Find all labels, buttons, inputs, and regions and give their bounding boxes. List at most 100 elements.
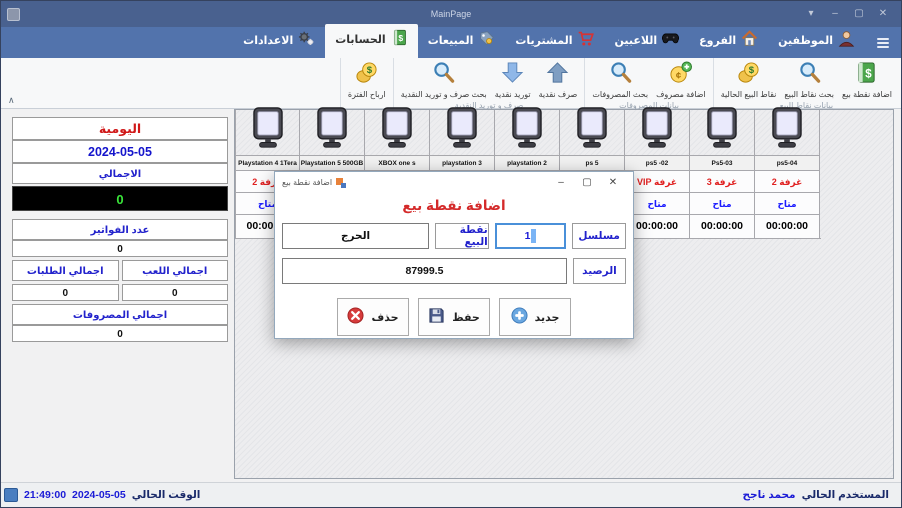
total-value: 0	[12, 186, 228, 211]
coins-icon: $	[355, 61, 378, 89]
arrow-down-icon	[501, 61, 524, 89]
station-status: متاح	[690, 193, 754, 215]
dialog-title-bar[interactable]: اضافة نقطة بيع – ▢ ✕	[275, 172, 633, 193]
expenses-total-label: اجمالي المصروفات	[12, 304, 228, 325]
station-column[interactable]: ps5-04 غرفة 2 متاح 00:00:00	[755, 110, 820, 238]
station-name: Ps5-03	[690, 156, 754, 171]
ribbon-item-label: ارباح الفترة	[348, 90, 386, 99]
station-name: ps5-04	[755, 156, 819, 171]
ribbon-item-period-profits[interactable]: $ ارباح الفترة	[344, 60, 390, 100]
station-status: متاح	[755, 193, 819, 215]
maximize-button[interactable]: ▢	[847, 5, 871, 23]
station-name: playstation 2	[495, 156, 559, 171]
svg-text:$: $	[866, 68, 873, 80]
monitor-icon	[508, 107, 546, 155]
pos-name-input[interactable]: الحرج	[282, 223, 429, 249]
daily-summary-panel: اليومية 2024-05-05 الاجمالي 0 عدد الفوات…	[12, 117, 228, 345]
station-column[interactable]: Ps5-03 غرفة 3 متاح 00:00:00	[690, 110, 755, 238]
ribbon-item-search-cash-flow[interactable]: بحث صرف و توريد النقدية	[397, 60, 491, 100]
players-icon	[662, 30, 679, 50]
monitor-icon	[443, 107, 481, 155]
delete-button-label: حذف	[371, 311, 398, 324]
application-menu-icon[interactable]	[871, 32, 895, 54]
ribbon-item-cash-out[interactable]: صرف نقدية	[535, 60, 582, 100]
station-room: غرفة VIP	[625, 171, 689, 193]
new-icon	[511, 307, 528, 327]
sales-icon	[478, 30, 495, 50]
ribbon-group-expenses-data: ¢ اضافة مصروف بحث المصروفات بيانات المصر…	[584, 58, 712, 108]
play-total-value: 0	[122, 284, 229, 301]
station-column[interactable]: ps5 -02 غرفة VIP متاح 00:00:00	[625, 110, 690, 238]
balance-input[interactable]: 87999.5	[282, 258, 567, 284]
station-timer: 00:00:00	[625, 215, 689, 238]
station-timer: 00:00:00	[690, 215, 754, 238]
accounts-icon: $	[391, 29, 408, 49]
tab-accounts[interactable]: $ الحسابات	[325, 24, 417, 58]
monitor-icon	[703, 107, 741, 155]
ribbon-item-label: صرف نقدية	[539, 90, 578, 99]
minimize-button[interactable]: –	[823, 5, 847, 23]
branches-icon	[741, 30, 758, 50]
delete-icon	[347, 307, 364, 327]
serial-label: مسلسل	[572, 223, 626, 249]
station-room: غرفة 2	[755, 171, 819, 193]
monitor-icon	[573, 107, 611, 155]
tab-label: الحسابات	[335, 33, 385, 46]
monitor-icon	[313, 107, 351, 155]
ribbon-item-current-pos[interactable]: $ نقاط البيع الحالية	[717, 60, 781, 100]
tab-label: اللاعبين	[614, 34, 657, 47]
tab-sales[interactable]: المبيعات	[418, 25, 506, 58]
dialog-heading: اضافة نقطة بيع	[275, 198, 633, 214]
arrow-up-icon	[546, 61, 569, 89]
dialog-maximize-button[interactable]: ▢	[574, 175, 600, 191]
search-icon	[432, 61, 455, 89]
add-pos-dialog: اضافة نقطة بيع – ▢ ✕ اضافة نقطة بيع مسلس…	[274, 171, 634, 339]
daily-title: اليومية	[12, 117, 228, 140]
titlebar-dropdown-button[interactable]: ▾	[799, 5, 823, 23]
new-button-label: جديد	[535, 311, 560, 324]
current-user-value: محمد ناجح	[742, 489, 795, 501]
tab-employees[interactable]: الموظفين	[768, 25, 865, 58]
ribbon-item-cash-in[interactable]: توريد نقدية	[491, 60, 535, 100]
window-title: MainPage	[1, 9, 901, 19]
current-time-value: 21:49:00	[24, 489, 66, 501]
tab-players[interactable]: اللاعبين	[604, 25, 689, 58]
save-button-label: حفظ	[452, 311, 480, 324]
tab-purchases[interactable]: المشتريات	[505, 25, 604, 58]
save-button[interactable]: حفظ	[418, 298, 490, 336]
total-label: الاجمالي	[12, 163, 228, 184]
dialog-title: اضافة نقطة بيع	[282, 178, 332, 187]
station-room: غرفة 3	[690, 171, 754, 193]
ribbon-item-search-pos[interactable]: بحث نقاط البيع	[780, 60, 838, 100]
station-name: XBOX one s	[365, 156, 429, 171]
ribbon-item-add-expense[interactable]: ¢ اضافة مصروف	[652, 60, 710, 100]
main-window: MainPage ▾ – ▢ ✕ الموظفين الفروع اللاعبي…	[0, 0, 902, 508]
station-name: playstation 3	[430, 156, 494, 171]
tab-label: المبيعات	[428, 34, 474, 47]
svg-text:¢: ¢	[676, 70, 682, 81]
invoices-label: عدد الفواتير	[12, 219, 228, 240]
tab-settings[interactable]: الاعدادات	[233, 25, 325, 58]
purchases-icon	[577, 30, 594, 50]
delete-button[interactable]: حذف	[337, 298, 409, 336]
ribbon-item-search-expenses[interactable]: بحث المصروفات	[588, 60, 652, 100]
text-caret	[531, 229, 536, 243]
serial-input[interactable]: 1	[495, 223, 567, 249]
tab-label: الاعدادات	[243, 34, 293, 47]
dialog-close-button[interactable]: ✕	[600, 175, 626, 191]
employees-icon	[838, 30, 855, 50]
current-user-label: المستخدم الحالي	[802, 489, 889, 501]
tab-branches[interactable]: الفروع	[689, 25, 768, 58]
ribbon-collapse-chevron-icon[interactable]: ∧	[8, 95, 15, 106]
close-button[interactable]: ✕	[871, 5, 895, 23]
new-button[interactable]: جديد	[499, 298, 571, 336]
pos-name-label: نقطة البيع	[435, 223, 489, 249]
current-time-label: الوقت الحالي	[132, 489, 201, 501]
ribbon-item-label: بحث المصروفات	[592, 90, 648, 99]
dialog-minimize-button[interactable]: –	[548, 175, 574, 191]
search-icon	[609, 61, 632, 89]
search-icon	[798, 61, 821, 89]
ribbon-item-add-pos[interactable]: $ اضافة نقطة بيع	[838, 60, 896, 100]
dialog-app-icon	[336, 178, 346, 188]
coins-icon: $	[737, 61, 760, 89]
